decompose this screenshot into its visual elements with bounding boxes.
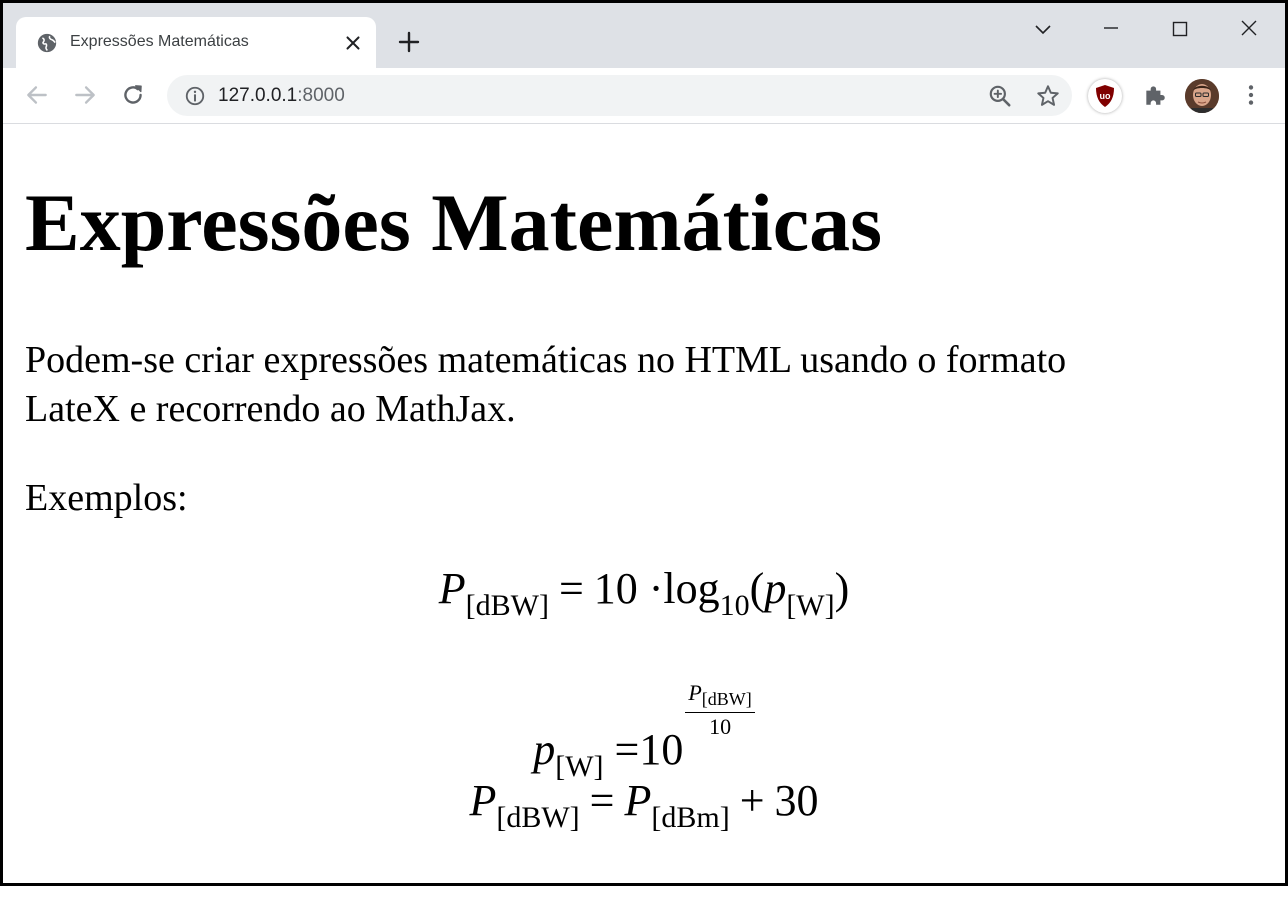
intro-line-1: Podem-se criar expressões matemáticas no… bbox=[25, 339, 1067, 381]
tab-title: Expressões Matemáticas bbox=[70, 33, 249, 50]
eq3-lhs-var: P bbox=[469, 776, 497, 825]
zoom-in-icon[interactable] bbox=[987, 83, 1013, 109]
eq1-fn-sub: 10 bbox=[719, 589, 750, 622]
eq1-lhs-var: P bbox=[438, 564, 466, 613]
eq2-exp-num-var: P bbox=[688, 680, 702, 705]
ublock-origin-icon: uo bbox=[1096, 85, 1114, 107]
eq2-exponent-fraction: P[dBW] 10 bbox=[685, 680, 755, 739]
avatar[interactable] bbox=[1185, 79, 1219, 113]
url-host: 127.0.0.1 bbox=[218, 85, 298, 106]
equation-3: P[dBW] = P[dBm] +30 bbox=[3, 779, 1285, 833]
minimize-icon[interactable] bbox=[1097, 15, 1125, 43]
eq3-lhs-sub: [dBW] bbox=[496, 801, 580, 834]
eq1-lhs-sub: [dBW] bbox=[465, 589, 549, 622]
intro-line-2: LateX e recorrendo ao MathJax. bbox=[25, 388, 516, 430]
eq3-plus: + bbox=[739, 776, 765, 825]
arrow-right-icon[interactable] bbox=[72, 82, 98, 108]
reload-icon[interactable] bbox=[120, 82, 146, 108]
eq3-rhs-sub: [dBm] bbox=[651, 801, 730, 834]
arrow-left-icon[interactable] bbox=[24, 82, 50, 108]
eq2-exp-num-sub: [dBW] bbox=[701, 689, 752, 709]
eq3-equals: = bbox=[589, 776, 615, 825]
close-icon[interactable] bbox=[342, 32, 364, 54]
info-icon[interactable] bbox=[184, 85, 206, 107]
eq1-open-paren: ( bbox=[749, 564, 765, 613]
tab-active[interactable]: Expressões Matemáticas bbox=[16, 17, 376, 68]
puzzle-icon[interactable] bbox=[1142, 82, 1168, 108]
eq1-arg-sub: [W] bbox=[786, 589, 835, 622]
eq2-lhs-var: p bbox=[533, 724, 556, 774]
ublock-origin-extension[interactable]: uo bbox=[1088, 79, 1122, 113]
eq2-base: 10 bbox=[639, 724, 684, 774]
eq1-coef: 10 bbox=[593, 564, 638, 613]
star-icon[interactable] bbox=[1035, 83, 1061, 109]
plus-icon[interactable] bbox=[397, 30, 421, 54]
browser-window: Expressões Matemáticas 127.0.0.1:8000 uo… bbox=[0, 0, 1288, 886]
eq2-exp-denominator: 10 bbox=[709, 713, 732, 739]
equation-1: P[dBW] = 10 ·log10(p[W]) bbox=[3, 567, 1285, 621]
eq3-rhs-var: P bbox=[624, 776, 652, 825]
eq2-equals: = bbox=[614, 724, 640, 774]
eq1-close-paren: ) bbox=[834, 564, 850, 613]
eq3-const: 30 bbox=[774, 776, 819, 825]
window-close-icon[interactable] bbox=[1235, 15, 1263, 43]
url-port: :8000 bbox=[297, 85, 345, 106]
eq2-exp-numerator: P[dBW] bbox=[685, 680, 755, 713]
eq1-arg-var: p bbox=[764, 564, 787, 613]
kebab-menu-icon[interactable] bbox=[1238, 82, 1264, 108]
chevron-down-icon[interactable] bbox=[1029, 15, 1057, 43]
maximize-icon[interactable] bbox=[1166, 15, 1194, 43]
intro-paragraph: Podem-se criar expressões matemáticas no… bbox=[25, 336, 1225, 434]
page-content: Expressões Matemáticas Podem-se criar ex… bbox=[3, 124, 1285, 883]
examples-label: Exemplos: bbox=[25, 477, 188, 519]
eq1-dot: · bbox=[648, 564, 664, 613]
svg-text:uo: uo bbox=[1100, 91, 1111, 101]
address-bar[interactable]: 127.0.0.1:8000 bbox=[167, 75, 1072, 116]
profile-photo bbox=[1185, 79, 1219, 113]
equation-2: p[W] =10 P[dBW] 10 bbox=[3, 680, 1285, 782]
eq1-fn: log bbox=[663, 564, 720, 613]
tab-strip: Expressões Matemáticas bbox=[3, 3, 1285, 68]
toolbar: 127.0.0.1:8000 uo bbox=[3, 68, 1285, 124]
eq1-equals: = bbox=[558, 564, 584, 613]
page-title: Expressões Matemáticas bbox=[25, 177, 883, 268]
globe-icon bbox=[37, 33, 57, 53]
url-text[interactable]: 127.0.0.1:8000 bbox=[218, 85, 345, 107]
